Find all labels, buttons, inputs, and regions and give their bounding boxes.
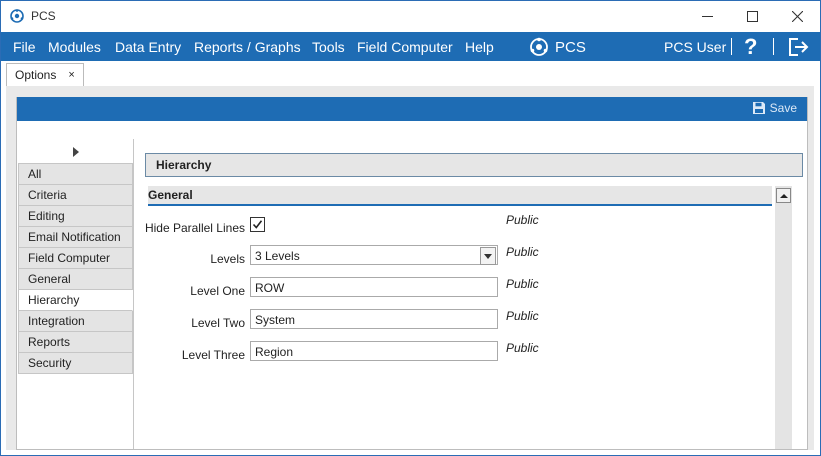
nav-item-security[interactable]: Security [18,353,133,374]
checkmark-icon [252,220,263,229]
scope-label: Public [506,341,539,355]
close-icon [791,11,803,22]
menu-data-entry[interactable]: Data Entry [115,39,181,55]
menu-bar: File Modules Data Entry Reports / Graphs… [1,32,820,61]
brand-label: PCS [555,38,586,56]
caret-up-icon [779,193,788,198]
minimize-icon [701,16,713,17]
nav-item-email-notification[interactable]: Email Notification [18,227,133,248]
nav-item-hierarchy[interactable]: Hierarchy [18,290,133,311]
menu-modules[interactable]: Modules [48,39,101,55]
toolbar: Save [17,97,807,121]
level-three-field[interactable]: Region [250,341,498,361]
hide-parallel-lines-checkbox[interactable] [250,217,265,232]
menu-tools[interactable]: Tools [312,39,345,55]
levels-value: 3 Levels [255,249,300,263]
brand: PCS [529,37,586,57]
nav-item-criteria[interactable]: Criteria [18,185,133,206]
content-frame: Save All Criteria Editing Email Notifica… [6,86,814,450]
save-button[interactable]: Save [752,101,797,115]
title-bar: PCS [1,1,820,32]
nav-item-field-computer[interactable]: Field Computer [18,248,133,269]
help-icon[interactable]: ? [744,34,757,60]
level-two-field[interactable]: System [250,309,498,329]
level-two-label: Level Two [191,316,245,330]
pcs-logo-icon [530,37,548,56]
floppy-disk-icon [752,102,765,114]
save-label: Save [769,101,797,115]
pcs-logo-icon [10,9,24,23]
scope-label: Public [506,213,539,227]
nav-item-integration[interactable]: Integration [18,311,133,332]
minimize-button[interactable] [684,1,730,32]
menu-reports-graphs[interactable]: Reports / Graphs [194,39,301,55]
menu-help[interactable]: Help [465,39,494,55]
level-one-field[interactable]: ROW [250,277,498,297]
document-tab-strip: Options × [1,61,820,86]
user-menu[interactable]: PCS User [664,39,726,55]
expand-arrow-icon[interactable] [73,147,79,157]
level-one-label: Level One [190,284,245,298]
scope-label: Public [506,245,539,259]
menu-file[interactable]: File [13,39,36,55]
menu-separator [731,38,732,55]
tab-options[interactable]: Options × [6,63,84,86]
menu-field-computer[interactable]: Field Computer [357,39,453,55]
scope-label: Public [506,309,539,323]
level-three-label: Level Three [181,348,245,362]
menu-separator [773,38,774,55]
nav-item-all[interactable]: All [18,163,133,185]
scroll-up-button[interactable] [776,188,791,203]
group-header: General [148,186,772,206]
dropdown-button[interactable] [480,247,496,265]
close-window-button[interactable] [774,1,820,32]
window-title: PCS [31,9,56,23]
app-window: PCS File Modules Data Entry Reports / Gr… [0,0,821,456]
chevron-down-icon [484,253,492,259]
close-tab-icon[interactable]: × [68,69,74,81]
maximize-button[interactable] [729,1,775,32]
hide-parallel-lines-label: Hide Parallel Lines [144,221,245,235]
nav-item-reports[interactable]: Reports [18,332,133,353]
options-nav: All Criteria Editing Email Notification … [18,163,133,374]
maximize-icon [746,11,758,22]
nav-item-editing[interactable]: Editing [18,206,133,227]
nav-item-general[interactable]: General [18,269,133,290]
levels-label: Levels [210,252,245,266]
levels-select[interactable]: 3 Levels [250,245,498,265]
logout-icon[interactable] [787,36,809,58]
vertical-scrollbar[interactable] [775,186,792,449]
tab-label: Options [15,68,57,82]
scope-label: Public [506,277,539,291]
section-title: Hierarchy [145,153,803,177]
options-panel: Save All Criteria Editing Email Notifica… [16,97,808,450]
